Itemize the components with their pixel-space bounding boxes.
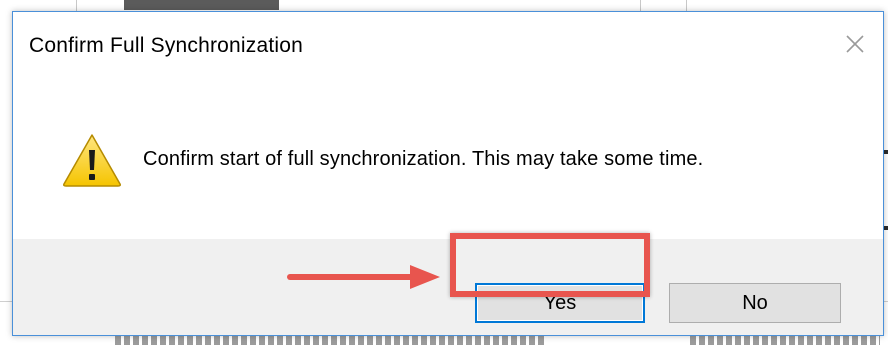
no-button[interactable]: No: [669, 283, 841, 323]
dialog-titlebar[interactable]: Confirm Full Synchronization: [13, 12, 883, 78]
dialog-footer: Yes No: [13, 239, 883, 335]
dialog-title: Confirm Full Synchronization: [29, 34, 304, 57]
background-text: [690, 336, 880, 345]
background-tab: [124, 0, 279, 10]
background-text: [115, 336, 545, 345]
close-button[interactable]: [833, 24, 877, 64]
dialog-content: Confirm start of full synchronization. T…: [13, 78, 883, 240]
yes-button[interactable]: Yes: [475, 283, 645, 323]
close-icon: [846, 35, 864, 53]
confirm-dialog: Confirm Full Synchronization Confirm sta…: [12, 11, 884, 336]
warning-icon: [63, 134, 121, 187]
dialog-message: Confirm start of full synchronization. T…: [143, 148, 704, 170]
